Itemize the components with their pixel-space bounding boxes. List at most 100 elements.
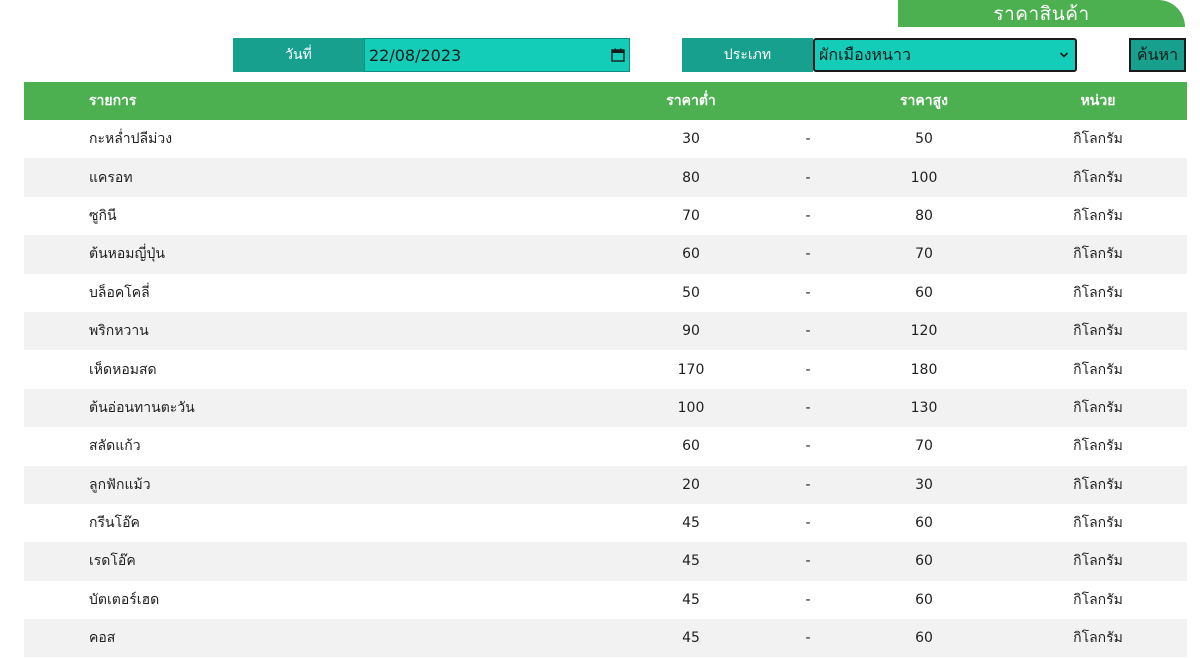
price-table: รายการ ราคาต่ำ ราคาสูง หน่วย กะหล่ำปลีม่… — [24, 82, 1187, 658]
chevron-down-icon — [1059, 52, 1069, 58]
unit: กิโลกรัม — [1073, 131, 1123, 148]
price-separator: - — [805, 399, 811, 416]
low-price: 80 — [682, 169, 700, 186]
table-row: กะหล่ำปลีม่วง 30 - 50 กิโลกรัม — [24, 120, 1187, 158]
table-row: ต้นอ่อนทานตะวัน 100 - 130 กิโลกรัม — [24, 388, 1187, 428]
column-header-high-price: ราคาสูง — [900, 93, 948, 109]
high-price: 50 — [915, 131, 933, 148]
low-price: 45 — [682, 591, 700, 608]
low-price: 20 — [682, 476, 700, 493]
price-separator: - — [805, 553, 811, 570]
item-name: ซูกินี — [89, 207, 117, 224]
high-price: 70 — [915, 438, 933, 455]
price-separator: - — [805, 323, 811, 340]
high-price: 180 — [910, 361, 938, 378]
low-price: 170 — [677, 361, 705, 378]
price-separator: - — [805, 476, 811, 493]
unit: กิโลกรัม — [1073, 361, 1123, 378]
unit: กิโลกรัม — [1073, 476, 1123, 493]
high-price: 60 — [915, 553, 933, 570]
price-separator: - — [805, 246, 811, 263]
page-title: ราคาสินค้า — [898, 0, 1185, 27]
table-row: พริกหวาน 90 - 120 กิโลกรัม — [24, 311, 1187, 351]
type-selected-value: ผักเมืองหนาว — [819, 44, 911, 64]
unit: กิโลกรัม — [1073, 553, 1123, 570]
unit: กิโลกรัม — [1073, 323, 1123, 340]
price-separator: - — [805, 207, 811, 224]
table-row: สลัดแก้ว 60 - 70 กิโลกรัม — [24, 427, 1187, 465]
item-name: สลัดแก้ว — [89, 438, 141, 455]
unit: กิโลกรัม — [1073, 591, 1123, 608]
column-header-low-price: ราคาต่ำ — [666, 93, 716, 109]
table-row: ซูกินี 70 - 80 กิโลกรัม — [24, 197, 1187, 235]
high-price: 60 — [915, 630, 933, 647]
price-separator: - — [805, 515, 811, 532]
low-price: 45 — [682, 630, 700, 647]
date-input[interactable]: 22/08/2023 — [364, 38, 630, 72]
low-price: 50 — [682, 284, 700, 301]
low-price: 60 — [682, 246, 700, 263]
item-name: บล็อคโคลี่ — [89, 284, 150, 301]
low-price: 90 — [682, 323, 700, 340]
item-name: คอส — [89, 630, 116, 647]
high-price: 60 — [915, 591, 933, 608]
low-price: 45 — [682, 515, 700, 532]
table-row: ลูกฟักแม้ว 20 - 30 กิโลกรัม — [24, 465, 1187, 504]
high-price: 30 — [915, 476, 933, 493]
unit: กิโลกรัม — [1073, 169, 1123, 186]
high-price: 80 — [915, 207, 933, 224]
high-price: 60 — [915, 284, 933, 301]
high-price: 100 — [910, 169, 938, 186]
item-name: บัตเตอร์เฮด — [89, 591, 160, 608]
table-row: บล็อคโคลี่ 50 - 60 กิโลกรัม — [24, 274, 1187, 312]
high-price: 70 — [915, 246, 933, 263]
item-name: กะหล่ำปลีม่วง — [89, 131, 173, 148]
item-name: ต้นอ่อนทานตะวัน — [89, 399, 195, 416]
calendar-icon[interactable] — [611, 48, 625, 62]
table-row: ต้นหอมญี่ปุ่น 60 - 70 กิโลกรัม — [24, 235, 1187, 274]
column-header-name: รายการ — [89, 93, 137, 109]
date-value: 22/08/2023 — [369, 45, 462, 65]
date-label: วันที่ — [233, 38, 364, 72]
unit: กิโลกรัม — [1073, 399, 1123, 416]
price-separator: - — [805, 438, 811, 455]
high-price: 130 — [910, 399, 938, 416]
unit: กิโลกรัม — [1073, 207, 1123, 224]
low-price: 100 — [677, 399, 705, 416]
table-row: กรีนโอ๊ค 45 - 60 กิโลกรัม — [24, 504, 1187, 542]
item-name: กรีนโอ๊ค — [89, 515, 140, 532]
price-separator: - — [805, 131, 811, 148]
type-select[interactable]: ผักเมืองหนาว — [813, 38, 1077, 72]
price-separator: - — [805, 591, 811, 608]
search-button[interactable]: ค้นหา — [1129, 38, 1186, 72]
type-label: ประเภท — [682, 38, 813, 72]
item-name: ลูกฟักแม้ว — [89, 476, 151, 493]
item-name: พริกหวาน — [89, 323, 149, 340]
low-price: 70 — [682, 207, 700, 224]
unit: กิโลกรัม — [1073, 284, 1123, 301]
low-price: 30 — [682, 131, 700, 148]
price-separator: - — [805, 169, 811, 186]
table-body: กะหล่ำปลีม่วง 30-50 กิโลกรัม แครอท 80-100 กิโ… — [24, 120, 1187, 658]
table-row: คอส 45 - 60 กิโลกรัม — [24, 619, 1187, 658]
unit: กิโลกรัม — [1073, 246, 1123, 263]
column-header-unit: หน่วย — [1080, 93, 1116, 109]
unit: กิโลกรัม — [1073, 630, 1123, 647]
item-name: เห็ดหอมสด — [89, 361, 157, 378]
high-price: 60 — [915, 515, 933, 532]
price-separator: - — [805, 284, 811, 301]
item-name: แครอท — [89, 169, 133, 186]
table-row: เรดโอ๊ค 45 - 60 กิโลกรัม — [24, 542, 1187, 581]
table-row: เห็ดหอมสด 170 - 180 กิโลกรัม — [24, 350, 1187, 388]
table-row: แครอท 80 - 100 กิโลกรัม — [24, 158, 1187, 197]
unit: กิโลกรัม — [1073, 515, 1123, 532]
item-name: เรดโอ๊ค — [89, 553, 136, 570]
table-header: รายการ ราคาต่ำ ราคาสูง หน่วย — [24, 82, 1187, 120]
price-page: ราคาสินค้า วันที่ 22/08/2023 ประเภท ผักเ… — [0, 0, 1200, 659]
table-row: บัตเตอร์เฮด 45 - 60 กิโลกรัม — [24, 581, 1187, 619]
low-price: 60 — [682, 438, 700, 455]
price-separator: - — [805, 361, 811, 378]
unit: กิโลกรัม — [1073, 438, 1123, 455]
item-name: ต้นหอมญี่ปุ่น — [89, 246, 165, 263]
high-price: 120 — [910, 323, 938, 340]
